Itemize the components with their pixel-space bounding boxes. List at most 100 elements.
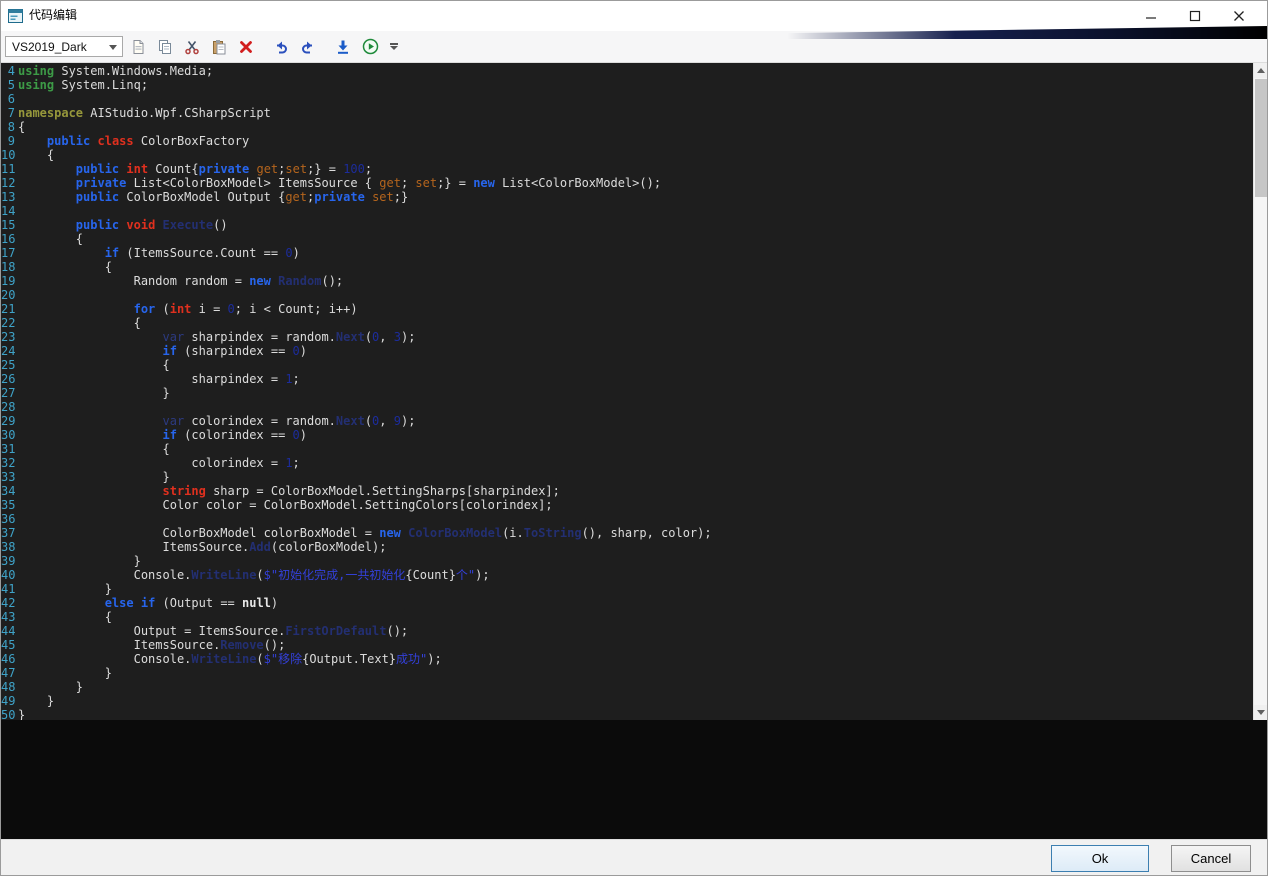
copy-button[interactable] (153, 35, 177, 59)
code-line[interactable]: 48 } (1, 680, 1253, 694)
code-line[interactable]: 27 } (1, 386, 1253, 400)
ok-button[interactable]: Ok (1051, 845, 1149, 872)
scrollbar-thumb[interactable] (1255, 79, 1267, 197)
code-line[interactable]: 43 { (1, 610, 1253, 624)
code-line[interactable]: 15 public void Execute() (1, 218, 1253, 232)
code-line[interactable]: 41 } (1, 582, 1253, 596)
cut-button[interactable] (180, 35, 204, 59)
triangle-up-icon (1257, 68, 1265, 73)
code-line[interactable]: 34 string sharp = ColorBoxModel.SettingS… (1, 484, 1253, 498)
line-number: 27 (1, 386, 15, 400)
code-line[interactable]: 14 (1, 204, 1253, 218)
code-line[interactable]: 23 var sharpindex = random.Next(0, 3); (1, 330, 1253, 344)
copy-icon (157, 39, 173, 55)
delete-button[interactable] (234, 35, 258, 59)
code-line[interactable]: 35 Color color = ColorBoxModel.SettingCo… (1, 498, 1253, 512)
line-number: 6 (1, 92, 15, 106)
line-number: 18 (1, 260, 15, 274)
code-line[interactable]: 17 if (ItemsSource.Count == 0) (1, 246, 1253, 260)
code-line[interactable]: 38 ItemsSource.Add(colorBoxModel); (1, 540, 1253, 554)
code-line[interactable]: 49 } (1, 694, 1253, 708)
minimize-button[interactable] (1129, 5, 1173, 27)
line-number: 19 (1, 274, 15, 288)
code-line[interactable]: 36 (1, 512, 1253, 526)
run-button[interactable] (358, 35, 382, 59)
code-line[interactable]: 8{ (1, 120, 1253, 134)
triangle-down-icon (1257, 710, 1265, 715)
code-line[interactable]: 29 var colorindex = random.Next(0, 9); (1, 414, 1253, 428)
code-line[interactable]: 4using System.Windows.Media; (1, 64, 1253, 78)
line-number: 5 (1, 78, 15, 92)
code-line[interactable]: 6 (1, 92, 1253, 106)
line-number: 31 (1, 442, 15, 456)
code-line[interactable]: 24 if (sharpindex == 0) (1, 344, 1253, 358)
line-number: 24 (1, 344, 15, 358)
close-button[interactable] (1217, 5, 1261, 27)
code-line[interactable]: 10 { (1, 148, 1253, 162)
line-number: 8 (1, 120, 15, 134)
line-number: 38 (1, 540, 15, 554)
new-file-button[interactable] (126, 35, 150, 59)
maximize-button[interactable] (1173, 5, 1217, 27)
line-number: 32 (1, 456, 15, 470)
scroll-down-button[interactable] (1254, 705, 1267, 720)
code-line[interactable]: 18 { (1, 260, 1253, 274)
code-editor[interactable]: 4using System.Windows.Media;5using Syste… (1, 63, 1253, 720)
code-line[interactable]: 40 Console.WriteLine($"初始化完成,一共初始化{Count… (1, 568, 1253, 582)
line-number: 16 (1, 232, 15, 246)
line-number: 47 (1, 666, 15, 680)
code-line[interactable]: 42 else if (Output == null) (1, 596, 1253, 610)
line-number: 29 (1, 414, 15, 428)
code-line[interactable]: 47 } (1, 666, 1253, 680)
cut-icon (184, 39, 200, 55)
code-line[interactable]: 26 sharpindex = 1; (1, 372, 1253, 386)
code-line[interactable]: 39 } (1, 554, 1253, 568)
code-line[interactable]: 44 Output = ItemsSource.FirstOrDefault()… (1, 624, 1253, 638)
bottom-panel (1, 720, 1267, 839)
code-line[interactable]: 50} (1, 708, 1253, 720)
code-line[interactable]: 21 for (int i = 0; i < Count; i++) (1, 302, 1253, 316)
code-line[interactable]: 25 { (1, 358, 1253, 372)
code-line[interactable]: 32 colorindex = 1; (1, 456, 1253, 470)
line-number: 34 (1, 484, 15, 498)
import-button[interactable] (331, 35, 355, 59)
code-line[interactable]: 5using System.Linq; (1, 78, 1253, 92)
code-line[interactable]: 9 public class ColorBoxFactory (1, 134, 1253, 148)
window-title: 代码编辑 (29, 6, 77, 23)
code-line[interactable]: 45 ItemsSource.Remove(); (1, 638, 1253, 652)
code-line[interactable]: 31 { (1, 442, 1253, 456)
code-line[interactable]: 11 public int Count{private get;set;} = … (1, 162, 1253, 176)
code-line[interactable]: 46 Console.WriteLine($"移除{Output.Text}成功… (1, 652, 1253, 666)
line-number: 37 (1, 526, 15, 540)
line-number: 10 (1, 148, 15, 162)
code-line[interactable]: 20 (1, 288, 1253, 302)
line-number: 25 (1, 358, 15, 372)
code-line[interactable]: 16 { (1, 232, 1253, 246)
scroll-up-button[interactable] (1254, 63, 1267, 78)
paste-button[interactable] (207, 35, 231, 59)
line-number: 42 (1, 596, 15, 610)
code-line[interactable]: 19 Random random = new Random(); (1, 274, 1253, 288)
code-line[interactable]: 37 ColorBoxModel colorBoxModel = new Col… (1, 526, 1253, 540)
theme-select[interactable]: VS2019_Dark (5, 36, 123, 57)
code-line[interactable]: 12 private List<ColorBoxModel> ItemsSour… (1, 176, 1253, 190)
line-number: 43 (1, 610, 15, 624)
code-line[interactable]: 33 } (1, 470, 1253, 484)
line-number: 40 (1, 568, 15, 582)
code-line[interactable]: 30 if (colorindex == 0) (1, 428, 1253, 442)
code-line[interactable]: 7namespace AIStudio.Wpf.CSharpScript (1, 106, 1253, 120)
code-line[interactable]: 28 (1, 400, 1253, 414)
line-number: 22 (1, 316, 15, 330)
redo-button[interactable] (296, 35, 320, 59)
vertical-scrollbar[interactable] (1253, 63, 1267, 720)
editor-area: 4using System.Windows.Media;5using Syste… (1, 63, 1267, 720)
cancel-button[interactable]: Cancel (1171, 845, 1251, 872)
line-number: 11 (1, 162, 15, 176)
toolbar-overflow-button[interactable] (388, 43, 400, 50)
code-line[interactable]: 13 public ColorBoxModel Output {get;priv… (1, 190, 1253, 204)
undo-button[interactable] (269, 35, 293, 59)
line-number: 36 (1, 512, 15, 526)
line-number: 4 (1, 64, 15, 78)
code-line[interactable]: 22 { (1, 316, 1253, 330)
chevron-down-icon (109, 45, 117, 50)
